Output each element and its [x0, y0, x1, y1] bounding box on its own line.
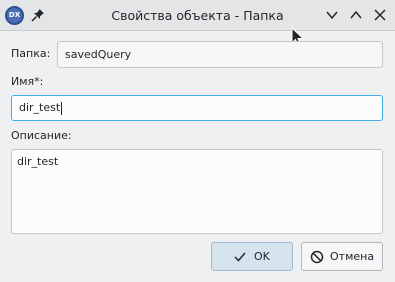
cancel-icon	[310, 250, 324, 264]
description-textarea[interactable]: dir_test	[11, 149, 383, 234]
description-label: Описание:	[11, 129, 72, 142]
app-logo-icon: DX	[5, 6, 24, 25]
minimize-icon[interactable]	[324, 7, 340, 23]
cancel-button[interactable]: Отмена	[301, 242, 383, 271]
close-icon[interactable]	[372, 7, 388, 23]
ok-button-label: OK	[254, 250, 270, 263]
folder-label: Папка:	[11, 47, 51, 60]
folder-field: savedQuery	[57, 41, 383, 68]
name-input[interactable]: dir_test	[11, 95, 383, 121]
name-input-value: dir_test	[19, 101, 61, 114]
ok-button[interactable]: OK	[211, 242, 293, 271]
name-label: Имя*:	[11, 75, 44, 88]
cancel-button-label: Отмена	[330, 250, 375, 263]
pin-icon[interactable]	[31, 8, 45, 22]
maximize-icon[interactable]	[348, 7, 364, 23]
title-bar: DX Свойства объекта - Папка	[0, 0, 395, 31]
check-icon	[234, 252, 246, 262]
text-cursor	[61, 101, 63, 115]
